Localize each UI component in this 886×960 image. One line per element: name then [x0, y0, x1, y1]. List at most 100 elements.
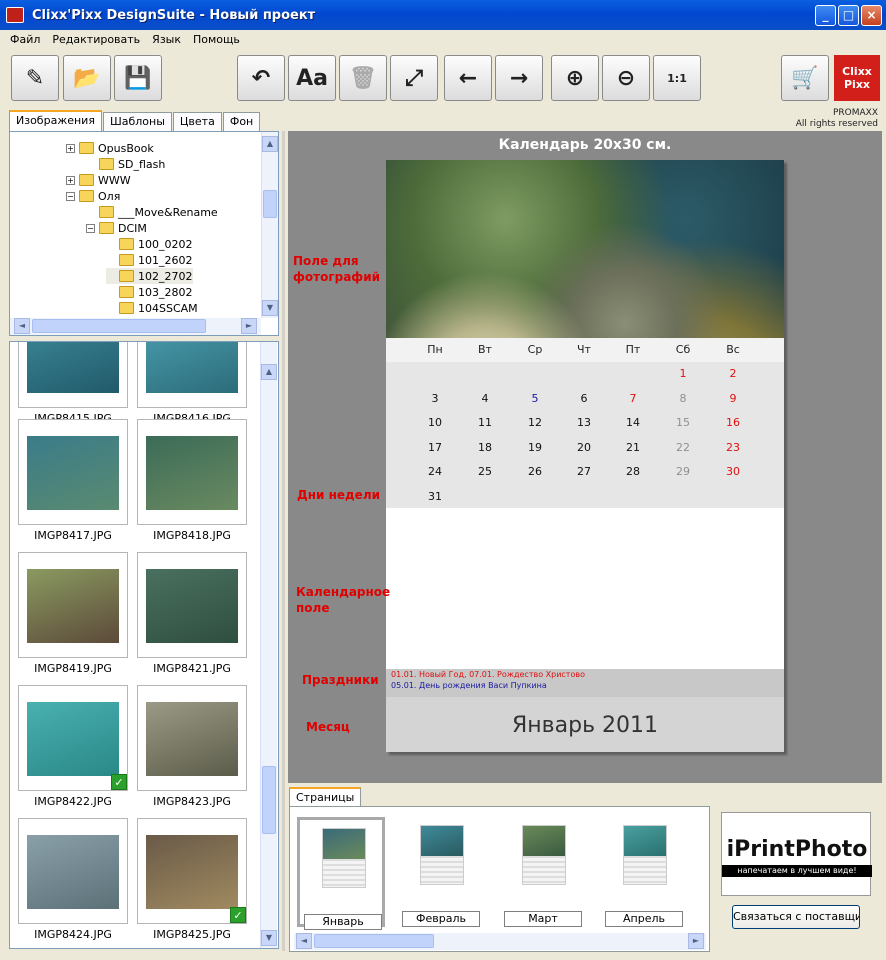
- open-button[interactable]: 📂: [63, 55, 111, 101]
- expand-toggle[interactable]: +: [66, 143, 75, 153]
- expand-toggle[interactable]: −: [66, 191, 75, 201]
- tab-images[interactable]: Изображения: [9, 110, 102, 131]
- tab-background[interactable]: Фон: [222, 112, 261, 131]
- menu-help[interactable]: Помощь: [187, 33, 246, 46]
- tree-item[interactable]: + WWW: [66, 172, 131, 188]
- thumbnail[interactable]: [137, 419, 247, 525]
- tab-colors[interactable]: Цвета: [172, 112, 222, 131]
- calendar-day[interactable]: 6: [559, 392, 609, 405]
- calendar-day[interactable]: 24: [410, 465, 460, 478]
- tree-item[interactable]: + OpusBook: [66, 140, 154, 156]
- calendar-day[interactable]: 4: [460, 392, 510, 405]
- calendar-day[interactable]: 28: [608, 465, 658, 478]
- prev-button[interactable]: ←: [444, 55, 492, 101]
- scroll-thumb[interactable]: [263, 190, 277, 218]
- calendar-day[interactable]: 21: [608, 441, 658, 454]
- hscroll-thumb[interactable]: [314, 934, 434, 948]
- calendar-day[interactable]: 18: [460, 441, 510, 454]
- thumbnail[interactable]: [137, 685, 247, 791]
- expand-toggle[interactable]: +: [66, 175, 75, 185]
- calendar-day[interactable]: 5: [510, 392, 560, 405]
- page-thumbnail[interactable]: Январь: [297, 817, 385, 930]
- contact-supplier-button[interactable]: Связаться с поставщиком: [732, 905, 860, 929]
- thumbnail[interactable]: [18, 552, 128, 658]
- thumbnail[interactable]: [18, 419, 128, 525]
- calendar-day[interactable]: 20: [559, 441, 609, 454]
- tree-item[interactable]: − DCIM: [86, 220, 147, 236]
- calendar-day[interactable]: 19: [510, 441, 560, 454]
- scroll-left-button[interactable]: ◄: [296, 933, 312, 949]
- splitter[interactable]: [282, 131, 285, 951]
- calendar-day[interactable]: 7: [608, 392, 658, 405]
- zoom-out-button[interactable]: ⊖: [602, 55, 650, 101]
- month-title[interactable]: Январь 2011: [386, 697, 784, 752]
- tab-templates[interactable]: Шаблоны: [102, 112, 172, 131]
- calendar-day[interactable]: 30: [708, 465, 758, 478]
- calendar-day[interactable]: 22: [658, 441, 708, 454]
- thumbnail[interactable]: [137, 552, 247, 658]
- next-button[interactable]: →: [495, 55, 543, 101]
- thumbnail[interactable]: ✓: [18, 685, 128, 791]
- edit-button[interactable]: ✎: [11, 55, 59, 101]
- calendar-day[interactable]: 23: [708, 441, 758, 454]
- tree-item[interactable]: − Оля: [66, 188, 120, 204]
- cart-button[interactable]: 🛒: [781, 55, 829, 101]
- menu-edit[interactable]: Редактировать: [46, 33, 146, 46]
- calendar-day[interactable]: 16: [708, 416, 758, 429]
- calendar-day[interactable]: 12: [510, 416, 560, 429]
- thumbnail[interactable]: [18, 818, 128, 924]
- expand-toggle[interactable]: −: [86, 223, 95, 233]
- calendar-day[interactable]: 11: [460, 416, 510, 429]
- font-button[interactable]: Aa: [288, 55, 336, 101]
- delete-button[interactable]: 🗑: [339, 55, 387, 101]
- menu-file[interactable]: Файл: [4, 33, 46, 46]
- scroll-right-button[interactable]: ►: [688, 933, 704, 949]
- calendar-day[interactable]: 1: [658, 367, 708, 380]
- tree-item[interactable]: 102_2702: [106, 268, 193, 284]
- calendar-day[interactable]: 25: [460, 465, 510, 478]
- close-button[interactable]: ×: [861, 5, 882, 26]
- page-thumbnail[interactable]: Апрель: [601, 817, 689, 927]
- scroll-down-button[interactable]: ▼: [262, 300, 278, 316]
- tree-item[interactable]: SD_flash: [86, 156, 165, 172]
- scroll-left-button[interactable]: ◄: [14, 318, 30, 334]
- thumbnail[interactable]: [18, 342, 128, 408]
- thumbs-vscrollbar[interactable]: ▲ ▼: [260, 342, 277, 948]
- iprintphoto-banner[interactable]: iPrintPhoto напечатаем в лучшем виде!: [721, 812, 872, 896]
- tree-item[interactable]: ___Move&Rename: [86, 204, 218, 220]
- minimize-button[interactable]: _: [815, 5, 836, 26]
- calendar-day[interactable]: 26: [510, 465, 560, 478]
- tab-pages[interactable]: Страницы: [289, 787, 362, 808]
- calendar-day[interactable]: 31: [410, 490, 460, 503]
- hscroll-thumb[interactable]: [32, 319, 206, 333]
- calendar-day[interactable]: 9: [708, 392, 758, 405]
- calendar-day[interactable]: 10: [410, 416, 460, 429]
- calendar-day[interactable]: 27: [559, 465, 609, 478]
- scroll-down-button[interactable]: ▼: [261, 930, 277, 946]
- calendar-day[interactable]: 29: [658, 465, 708, 478]
- menu-language[interactable]: Язык: [146, 33, 187, 46]
- tree-vscrollbar[interactable]: ▲ ▼: [261, 132, 278, 318]
- pages-hscrollbar[interactable]: ◄ ►: [294, 933, 706, 950]
- tree-item[interactable]: 103_2802: [106, 284, 193, 300]
- scroll-up-button[interactable]: ▲: [262, 136, 278, 152]
- tree-hscrollbar[interactable]: ◄ ►: [10, 318, 261, 335]
- holidays-field[interactable]: 01.01. Новый Год, 07.01. Рождество Христ…: [386, 669, 784, 697]
- scroll-up-button[interactable]: ▲: [261, 364, 277, 380]
- thumbnail[interactable]: ✓: [137, 818, 247, 924]
- thumbnail[interactable]: [137, 342, 247, 408]
- calendar-day[interactable]: 14: [608, 416, 658, 429]
- zoom-in-button[interactable]: ⊕: [551, 55, 599, 101]
- calendar-day[interactable]: 2: [708, 367, 758, 380]
- tree-item[interactable]: 101_2602: [106, 252, 193, 268]
- tree-item[interactable]: 104SSCAM: [106, 300, 198, 316]
- save-button[interactable]: 💾: [114, 55, 162, 101]
- calendar-day[interactable]: 8: [658, 392, 708, 405]
- maximize-button[interactable]: □: [838, 5, 859, 26]
- calendar-day[interactable]: 17: [410, 441, 460, 454]
- scroll-thumb[interactable]: [262, 766, 276, 834]
- calendar-day[interactable]: 15: [658, 416, 708, 429]
- undo-button[interactable]: ↶: [237, 55, 285, 101]
- fit-button[interactable]: ⤢: [390, 55, 438, 101]
- calendar-day[interactable]: 13: [559, 416, 609, 429]
